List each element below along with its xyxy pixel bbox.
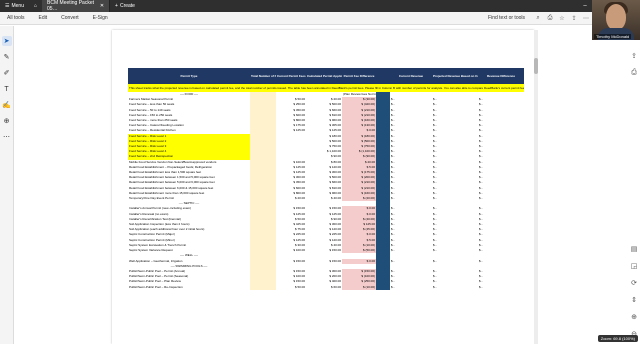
calculated-fee-cell: $ 60.00 [330, 284, 341, 289]
instructions-row: This sheet tracks what the projected rev… [128, 84, 524, 92]
bookmarks-rail-icon[interactable]: ◲ [631, 262, 638, 270]
divider-cell [376, 284, 390, 290]
title-bar: ☰ Menu ⌂ BCM Meeting Packet 05… ✕ + Crea… [0, 0, 640, 12]
menu-button[interactable]: ☰ Menu [0, 0, 29, 12]
menu-label: Menu [11, 3, 24, 9]
select-cursor-icon[interactable]: ➤ [1, 36, 12, 46]
current-fee-cell: $ 50.00 [294, 284, 305, 289]
more-tools-icon[interactable]: ⋯ [2, 132, 12, 142]
signature-icon[interactable]: ✍ [2, 100, 12, 110]
scroll-mode-icon[interactable]: ⇕ [631, 296, 637, 304]
close-icon[interactable]: ✕ [100, 3, 104, 9]
zoom-level-indicator[interactable]: Zoom: 69.8 (100%) [597, 335, 638, 342]
pdf-page: Permit TypeTotal Number of PermitsCurren… [112, 30, 534, 344]
page-thumbnails-icon[interactable]: ▤ [631, 245, 638, 253]
zoom-in-icon[interactable]: ⊕ [631, 313, 637, 321]
convert-button[interactable]: Convert [54, 15, 86, 21]
print-rail-icon[interactable]: ⎙ [631, 69, 637, 77]
more-icon[interactable]: ⋯ [580, 15, 592, 22]
left-tool-rail: ➤ ✎ ✐ T ✍ ⊕ ⋯ [0, 26, 14, 344]
scroll-thumb[interactable] [534, 58, 538, 74]
draw-icon[interactable]: ✐ [2, 68, 12, 78]
table-header-row: Permit TypeTotal Number of PermitsCurren… [128, 68, 524, 84]
document-tab[interactable]: BCM Meeting Packet 05… ✕ [42, 0, 111, 12]
find-text-button[interactable]: Find text or tools [481, 15, 532, 21]
column-header [376, 68, 390, 84]
all-tools-button[interactable]: All tools [0, 15, 32, 21]
toolbar: All tools Edit Convert E-Sign Find text … [0, 12, 640, 25]
column-header: Current Revenue [390, 68, 432, 84]
bookmark-icon[interactable]: ☆ [556, 15, 568, 22]
home-icon[interactable]: ⌂ [29, 0, 42, 12]
share-rail-icon[interactable]: ⇪ [631, 52, 637, 60]
e-sign-button[interactable]: E-Sign [86, 15, 115, 21]
rotate-icon[interactable]: ⟳ [631, 279, 637, 287]
webcam-face [606, 4, 626, 30]
instructions-note: This sheet tracks what the projected rev… [128, 84, 524, 92]
stamp-icon[interactable]: ⊕ [2, 116, 12, 126]
column-header: Projected Revenue Based on Calculated Fe… [432, 68, 478, 84]
create-label: Create [119, 3, 135, 9]
create-button[interactable]: + Create [110, 0, 140, 12]
right-tool-rail: ⇪ ⎙ ▤ ◲ ⟳ ⇕ ⊕ ⊖ [628, 48, 640, 344]
webcam-name: Timothy McDonald [594, 34, 632, 39]
column-header: Current Permit Fees [276, 68, 306, 84]
column-header: Permit Fee Difference [342, 68, 376, 84]
current-revenue-cell: $ - [391, 284, 395, 289]
projected-revenue-cell: $ - [433, 284, 437, 289]
fee-analysis-table: Permit TypeTotal Number of PermitsCurren… [128, 68, 524, 290]
permit-count-cell [250, 284, 276, 290]
plus-icon: + [115, 3, 118, 9]
column-header: Revenue Difference [478, 68, 524, 84]
text-box-icon[interactable]: T [2, 84, 12, 94]
edit-button[interactable]: Edit [32, 15, 55, 21]
webcam-overlay: Timothy McDonald [592, 0, 640, 40]
table-row: Public/Semi-Public Pool – Re-Inspection $… [128, 284, 524, 290]
comment-icon[interactable]: ✎ [2, 52, 12, 62]
tab-title: BCM Meeting Packet 05… [47, 0, 94, 12]
fee-difference-cell: $ (10.00) [342, 284, 376, 290]
revenue-difference-cell: $ - [479, 284, 483, 289]
permit-type-cell: Public/Semi-Public Pool – Re-Inspection [129, 284, 183, 289]
share-icon[interactable]: ⇪ [568, 15, 580, 22]
column-header: Total Number of Permits [250, 68, 276, 84]
column-header: Calculated Permit Application Fees [306, 68, 342, 84]
vertical-scrollbar[interactable] [534, 30, 538, 344]
column-header: Permit Type [128, 68, 250, 84]
search-icon[interactable]: ⌕ [532, 15, 544, 22]
print-icon[interactable]: ⎙ [544, 15, 556, 22]
hamburger-icon: ☰ [5, 3, 10, 9]
